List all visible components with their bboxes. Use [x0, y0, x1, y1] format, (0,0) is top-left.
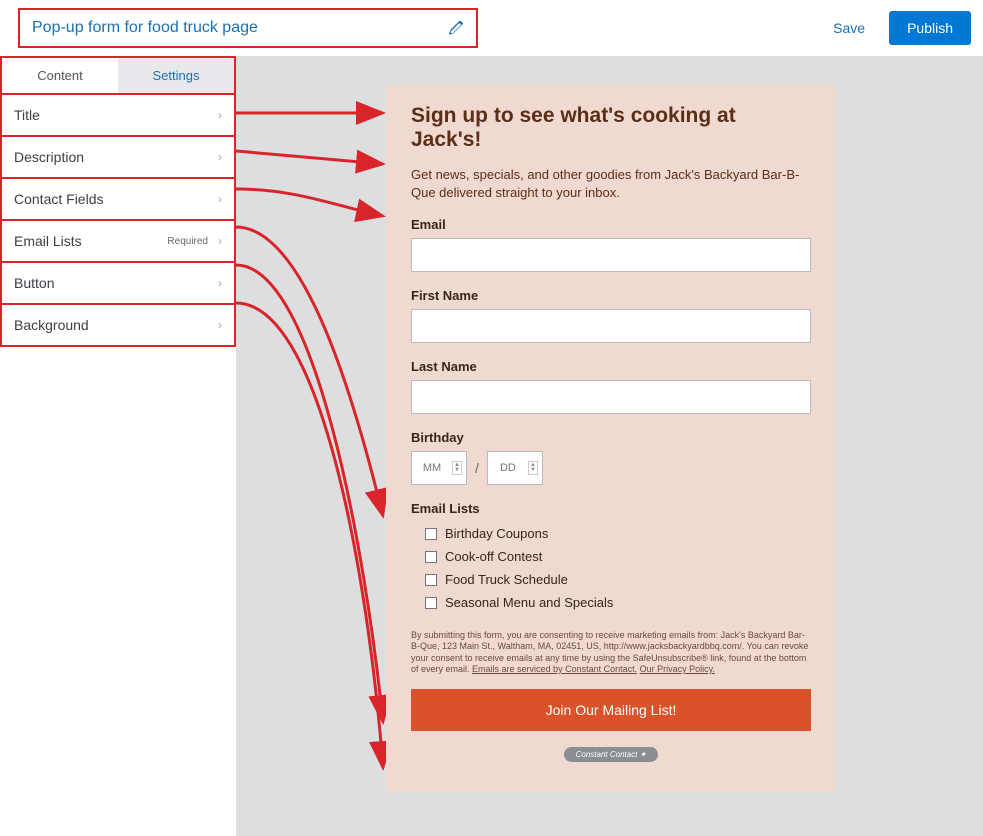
list-item[interactable]: Seasonal Menu and Specials — [411, 591, 811, 614]
last-name-field[interactable] — [411, 380, 811, 414]
sidebar: Content Settings Title › Description › C… — [0, 56, 236, 836]
chevron-right-icon: › — [218, 150, 222, 164]
email-field[interactable] — [411, 238, 811, 272]
constant-contact-badge: Constant Contact ✦ — [564, 747, 659, 762]
sidebar-item-label: Title — [14, 107, 40, 123]
chevron-right-icon: › — [218, 192, 222, 206]
sidebar-item-button[interactable]: Button › — [0, 263, 236, 305]
list-item[interactable]: Birthday Coupons — [411, 522, 811, 545]
join-mailing-list-button[interactable]: Join Our Mailing List! — [411, 689, 811, 731]
spinner-icon[interactable]: ▲▼ — [528, 461, 538, 475]
spinner-icon[interactable]: ▲▼ — [452, 461, 462, 475]
form-name-input[interactable]: Pop-up form for food truck page — [18, 8, 478, 48]
form-name-text: Pop-up form for food truck page — [32, 19, 448, 37]
pencil-icon[interactable] — [448, 20, 464, 36]
email-label: Email — [411, 217, 811, 232]
publish-button[interactable]: Publish — [889, 11, 971, 45]
birthday-label: Birthday — [411, 430, 811, 445]
checkbox-icon[interactable] — [425, 574, 437, 586]
list-item-label: Birthday Coupons — [445, 526, 548, 541]
sidebar-item-label: Background — [14, 317, 89, 333]
list-item-label: Cook-off Contest — [445, 549, 542, 564]
disclaimer-text: By submitting this form, you are consent… — [411, 630, 811, 675]
checkbox-icon[interactable] — [425, 551, 437, 563]
list-item-label: Seasonal Menu and Specials — [445, 595, 613, 610]
email-lists-label: Email Lists — [411, 501, 811, 516]
disclaimer-link[interactable]: Emails are serviced by Constant Contact. — [472, 664, 637, 674]
first-name-label: First Name — [411, 288, 811, 303]
form-preview: Sign up to see what's cooking at Jack's!… — [386, 84, 836, 792]
sidebar-item-email-lists[interactable]: Email Lists Required › — [0, 221, 236, 263]
tab-settings[interactable]: Settings — [118, 58, 234, 93]
checkbox-icon[interactable] — [425, 528, 437, 540]
list-item[interactable]: Food Truck Schedule — [411, 568, 811, 591]
save-link[interactable]: Save — [833, 20, 865, 36]
list-item[interactable]: Cook-off Contest — [411, 545, 811, 568]
checkbox-icon[interactable] — [425, 597, 437, 609]
tab-bar: Content Settings — [0, 56, 236, 93]
chevron-right-icon: › — [218, 318, 222, 332]
required-badge: Required — [167, 236, 208, 247]
sidebar-item-contact-fields[interactable]: Contact Fields › — [0, 179, 236, 221]
list-item-label: Food Truck Schedule — [445, 572, 568, 587]
sidebar-item-title[interactable]: Title › — [0, 95, 236, 137]
sidebar-item-label: Description — [14, 149, 84, 165]
first-name-field[interactable] — [411, 309, 811, 343]
chevron-right-icon: › — [218, 234, 222, 248]
form-title: Sign up to see what's cooking at Jack's! — [411, 104, 811, 152]
header-bar: Pop-up form for food truck page Save Pub… — [0, 0, 983, 56]
sidebar-item-description[interactable]: Description › — [0, 137, 236, 179]
preview-canvas: Sign up to see what's cooking at Jack's!… — [236, 56, 983, 836]
privacy-link[interactable]: Our Privacy Policy. — [640, 664, 715, 674]
sidebar-item-label: Email Lists — [14, 233, 82, 249]
chevron-right-icon: › — [218, 108, 222, 122]
form-description: Get news, specials, and other goodies fr… — [411, 166, 811, 201]
sidebar-item-label: Button — [14, 275, 54, 291]
sidebar-item-label: Contact Fields — [14, 191, 103, 207]
sidebar-item-background[interactable]: Background › — [0, 305, 236, 347]
date-separator: / — [475, 460, 479, 476]
chevron-right-icon: › — [218, 276, 222, 290]
tab-content[interactable]: Content — [2, 58, 118, 93]
last-name-label: Last Name — [411, 359, 811, 374]
